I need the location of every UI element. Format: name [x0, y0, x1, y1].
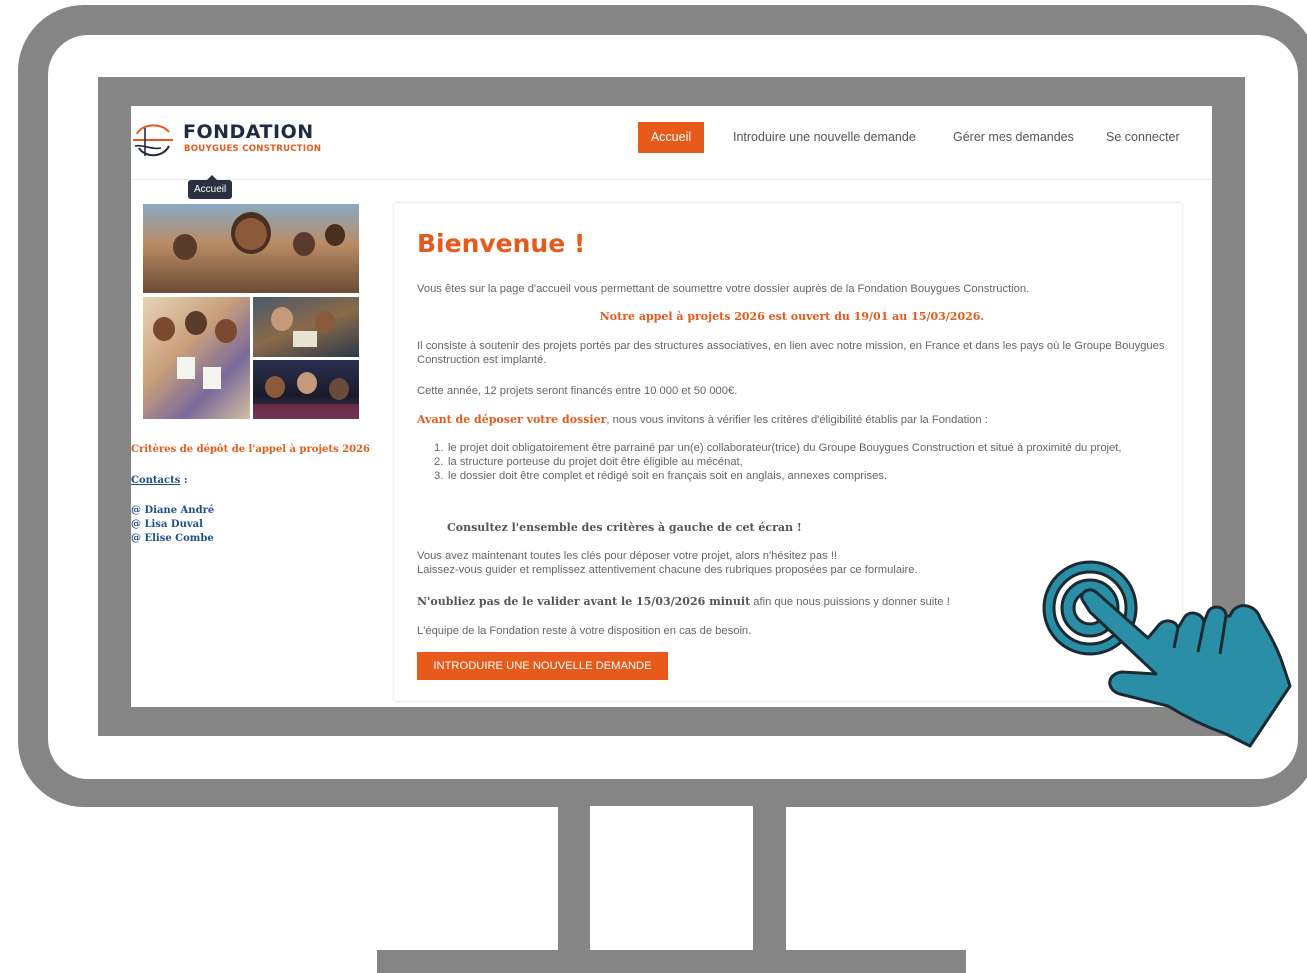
list-item: 1. le projet doit obligatoirement être pa… — [434, 441, 1154, 455]
eligibility-intro: Avant de déposer votre dossier, nous vou… — [417, 413, 1167, 427]
criteria-link[interactable]: Critères de dépôt de l'appel à projets 2… — [131, 444, 371, 455]
list-item: 3. le dossier doit être complet et rédigé… — [434, 469, 1154, 483]
deadline-rest: afin que nous puissions y donner suite ! — [750, 596, 950, 608]
pointing-hand-tap-icon — [1042, 560, 1292, 748]
contact-lisa[interactable]: @ Lisa Duval — [131, 519, 371, 530]
list-number: 3. — [434, 470, 444, 482]
monitor-stand-gap — [590, 806, 753, 952]
graduates-photo — [253, 360, 359, 419]
site-header: FONDATION BOUYGUES CONSTRUCTION Accueil … — [131, 106, 1212, 180]
monitor-stand-base — [377, 950, 966, 973]
appel-announcement: Notre appel à projets 2026 est ouvert du… — [599, 310, 985, 323]
children-reading-photo — [253, 297, 359, 357]
list-text: la structure porteuse du projet doit êtr… — [448, 456, 743, 468]
contact-diane[interactable]: @ Diane André — [131, 505, 371, 516]
contacts-colon: : — [180, 475, 188, 486]
accueil-tooltip: Accueil — [188, 175, 233, 199]
nav-se-connecter[interactable]: Se connecter — [1106, 122, 1180, 153]
list-text: le dossier doit être complet et rédigé s… — [448, 470, 888, 482]
mission-text: Il consiste à soutenir des projets porté… — [417, 340, 1165, 366]
criteria-list: 1. le projet doit obligatoirement être pa… — [434, 441, 1154, 483]
funding-text: Cette année, 12 projets seront financés … — [417, 385, 738, 397]
list-text: le projet doit obligatoirement être parr… — [448, 442, 1122, 454]
children-drawings-photo — [143, 297, 250, 419]
list-number: 2. — [434, 456, 444, 468]
main-nav: Accueil Introduire une nouvelle demande … — [131, 122, 1212, 153]
eligibility-intro-bold: Avant de déposer votre dossier — [417, 413, 607, 426]
page-title: Bienvenue ! — [417, 229, 586, 258]
contact-elise[interactable]: @ Elise Combe — [131, 533, 371, 544]
list-item: 2. la structure porteuse du projet doit ê… — [434, 455, 1154, 469]
consultez-text: Consultez l'ensemble des critères à gauc… — [447, 521, 802, 534]
intro-text: Vous êtes sur la page d'accueil vous per… — [417, 283, 1030, 295]
eligibility-intro-rest: , nous vous invitons à vérifier les crit… — [606, 414, 988, 426]
nav-accueil[interactable]: Accueil — [638, 122, 704, 153]
deadline-bold: N'oubliez pas de le valider avant le 15/… — [417, 595, 751, 608]
sidebar: Critères de dépôt de l'appel à projets 2… — [131, 444, 371, 544]
new-request-button[interactable]: INTRODUIRE UNE NOUVELLE DEMANDE — [417, 652, 668, 680]
contacts-link[interactable]: Contacts — [131, 475, 180, 486]
nav-gerer-demandes[interactable]: Gérer mes demandes — [953, 122, 1074, 153]
nav-introduire-demande[interactable]: Introduire une nouvelle demande — [733, 122, 916, 153]
children-running-photo — [143, 204, 359, 293]
contacts-heading: Contacts : — [131, 475, 371, 486]
list-number: 1. — [434, 442, 444, 454]
